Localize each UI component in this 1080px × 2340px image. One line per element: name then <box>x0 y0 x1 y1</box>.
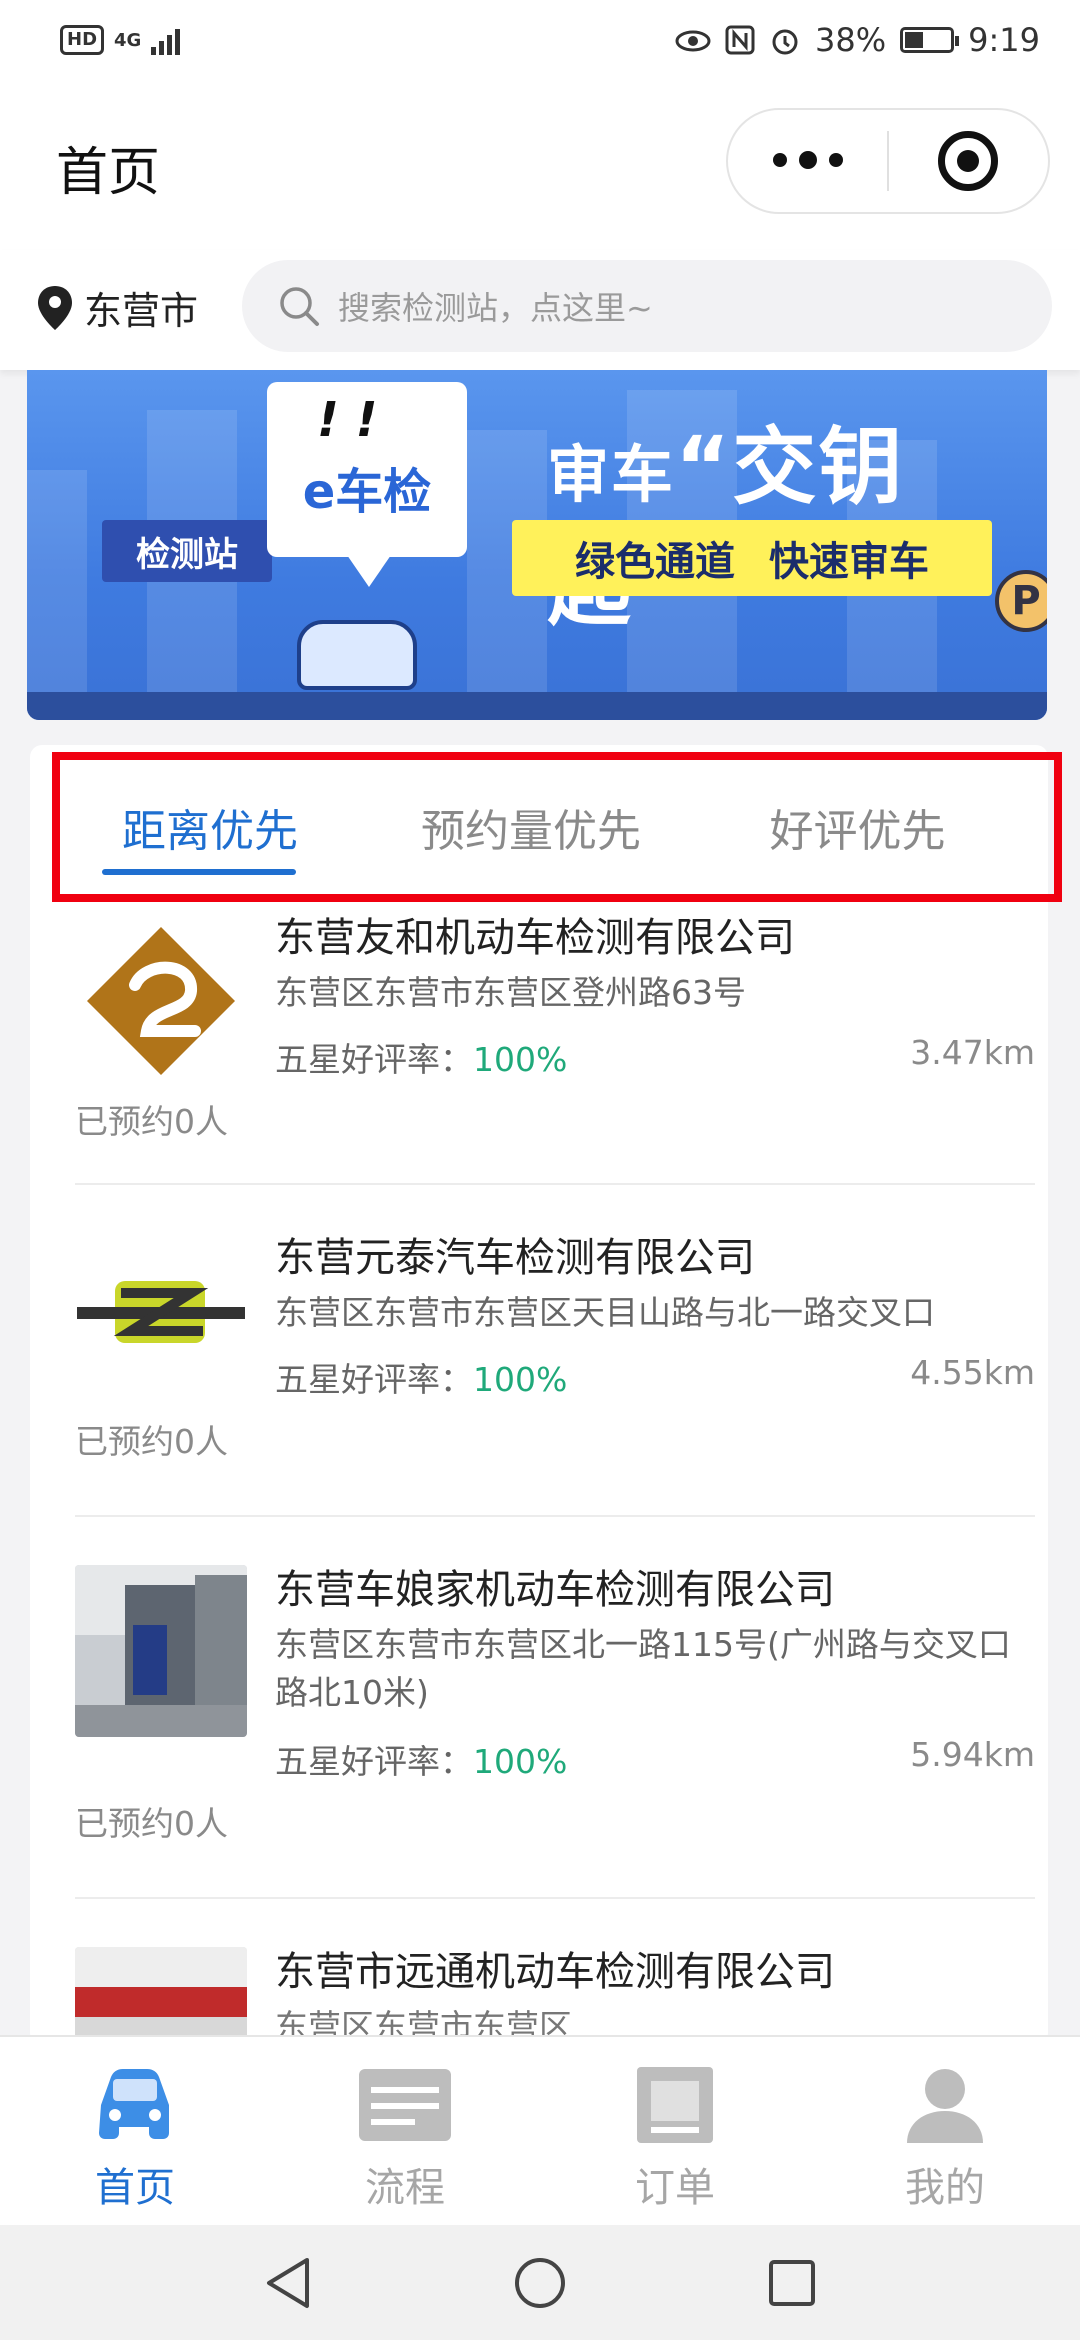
status-right: 38% 9:19 <box>675 21 1040 59</box>
station-name: 东营友和机动车检测有限公司 <box>275 915 795 961</box>
tabbar-label: 我的 <box>905 2165 985 2211</box>
banner-tags: 绿色通道 快速审车 <box>512 520 992 596</box>
station-list-item[interactable]: 东营车娘家机动车检测有限公司 东营区东营市东营区北一路115号(广州路与交叉口路… <box>75 1517 1035 1899</box>
tabbar-home[interactable]: 首页 <box>0 2037 270 2225</box>
rating-label: 五星好评率： <box>275 1040 473 1079</box>
promo-banner[interactable]: 检测站 ! ! e车检 审车“交钥匙” 绿色通道 快速审车 P <box>27 370 1047 720</box>
alarm-icon <box>772 29 798 55</box>
network-label: 4G <box>114 29 142 51</box>
tabbar-label: 首页 <box>95 2165 175 2211</box>
tabbar-label: 订单 <box>635 2165 715 2211</box>
profile-icon <box>897 2065 993 2145</box>
station-list-item[interactable]: 东营元泰汽车检测有限公司 东营区东营市东营区天目山路与北一路交叉口 五星好评率：… <box>75 1185 1035 1517</box>
car-icon <box>87 2065 183 2145</box>
order-icon <box>627 2065 723 2145</box>
station-sign: 检测站 <box>102 520 272 582</box>
city-selector[interactable]: 东营市 <box>36 280 198 335</box>
banner-tag-fast: 快速审车 <box>769 539 929 585</box>
signal-icon <box>151 29 181 55</box>
station-distance: 5.94km <box>910 1735 1035 1774</box>
banner-tag-green-channel: 绿色通道 <box>575 539 735 585</box>
hd-badge: HD <box>60 25 105 55</box>
rating-value: 100% <box>473 1040 568 1079</box>
station-logo <box>75 1225 247 1397</box>
rating-value: 100% <box>473 1360 568 1399</box>
page-title: 首页 <box>56 143 161 203</box>
station-booked-count: 已预约0人 <box>75 1422 228 1461</box>
close-target-button[interactable] <box>889 131 1048 191</box>
home-circle-icon[interactable] <box>513 2256 567 2310</box>
station-address: 东营区东营市东营区北一路115号(广州路与交叉口路北10米) <box>275 1625 1011 1712</box>
station-distance: 3.47km <box>910 1033 1035 1072</box>
back-icon[interactable] <box>263 2256 313 2310</box>
search-row: 东营市 搜索检测站，点这里~ <box>0 250 1080 370</box>
car-illustration <box>297 620 417 690</box>
station-booked-count: 已预约0人 <box>75 1102 228 1141</box>
station-list-card: 距离优先 预约量优先 好评优先 东营友和机动车检测有限公司 东营区东营市东营区登… <box>30 745 1048 2045</box>
tab-bookings-first[interactable]: 预约量优先 <box>366 753 696 901</box>
tab-rating-first[interactable]: 好评优先 <box>696 753 1019 901</box>
status-bar: HD 4G 38% 9:19 <box>0 0 1080 80</box>
search-icon <box>280 287 319 326</box>
station-rating: 五星好评率：100% <box>275 1735 567 1783</box>
recents-square-icon[interactable] <box>767 2258 817 2308</box>
rating-label: 五星好评率： <box>275 1360 473 1399</box>
station-rating: 五星好评率：100% <box>275 1353 567 1401</box>
tabbar-process[interactable]: 流程 <box>270 2037 540 2225</box>
search-placeholder: 搜索检测站，点这里~ <box>338 289 653 327</box>
slogan-quote-open: “ <box>675 418 733 516</box>
slogan-prefix: 审车 <box>547 438 676 511</box>
station-address: 东营区东营市东营区天目山路与北一路交叉口 <box>275 1293 935 1332</box>
sort-tabs: 距离优先 预约量优先 好评优先 <box>54 753 1019 901</box>
station-photo <box>75 1565 247 1737</box>
station-list-item[interactable]: 东营友和机动车检测有限公司 东营区东营市东营区登州路63号 五星好评率：100%… <box>75 895 1035 1185</box>
search-input[interactable]: 搜索检测站，点这里~ <box>242 260 1052 352</box>
rating-value: 100% <box>473 1742 568 1781</box>
nfc-icon <box>725 25 755 55</box>
station-logo <box>75 915 247 1087</box>
target-icon <box>938 131 999 191</box>
station-address: 东营区东营市东营区登州路63号 <box>275 973 746 1012</box>
battery-icon <box>900 27 960 53</box>
app-logo: e车检 <box>302 464 432 520</box>
system-nav-bar <box>0 2225 1080 2340</box>
status-left: HD 4G <box>60 25 187 55</box>
app-logo-bubble: ! ! e车检 <box>267 382 467 587</box>
tab-distance-first[interactable]: 距离优先 <box>54 753 366 901</box>
station-name: 东营市远通机动车检测有限公司 <box>275 1949 835 1995</box>
station-name: 东营车娘家机动车检测有限公司 <box>275 1567 835 1613</box>
rating-label: 五星好评率： <box>275 1742 473 1781</box>
bottom-tab-bar: 首页 流程 订单 我的 <box>0 2035 1080 2225</box>
nav-header: 首页 <box>0 80 1080 250</box>
station-distance: 4.55km <box>910 1353 1035 1392</box>
station-booked-count: 已预约0人 <box>75 1804 228 1843</box>
city-label: 东营市 <box>84 289 199 333</box>
tabbar-label: 流程 <box>365 2165 445 2211</box>
tabbar-orders[interactable]: 订单 <box>540 2037 810 2225</box>
more-menu-button[interactable] <box>728 151 887 169</box>
station-photo <box>75 1947 247 2045</box>
process-icon <box>357 2065 453 2145</box>
location-pin-icon <box>38 285 72 330</box>
clock: 9:19 <box>968 21 1040 59</box>
station-list-item[interactable]: 东营市远通机动车检测有限公司 东营区东营市东营区 <box>75 1899 1035 2045</box>
eye-icon <box>675 30 711 52</box>
mini-program-capsule <box>726 108 1050 214</box>
battery-percent: 38% <box>815 21 887 59</box>
exclaim-icon: ! ! <box>317 392 378 448</box>
road-illustration <box>27 692 1047 720</box>
station-rating: 五星好评率：100% <box>275 1033 567 1081</box>
station-name: 东营元泰汽车检测有限公司 <box>275 1235 755 1281</box>
tabbar-profile[interactable]: 我的 <box>810 2037 1080 2225</box>
